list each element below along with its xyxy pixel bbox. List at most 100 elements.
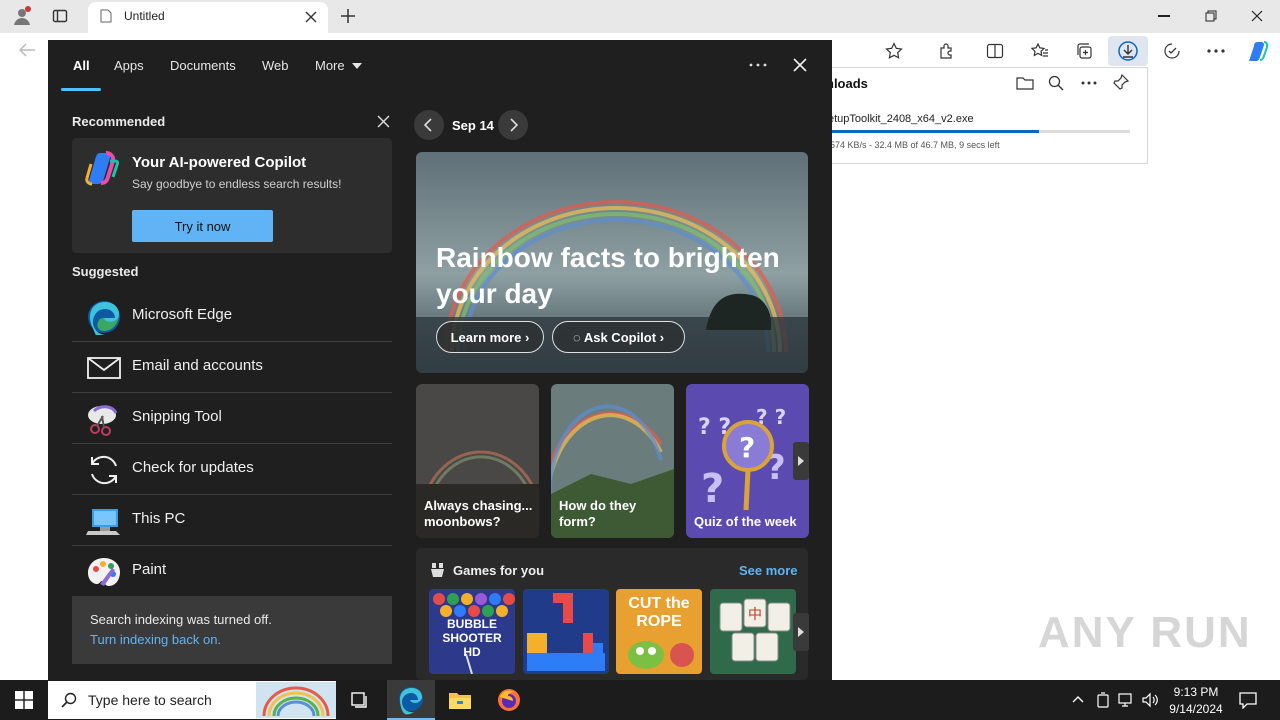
suggested-item-paint[interactable]: Paint [72,546,392,597]
suggested-label: This PC [132,510,186,527]
tab-more[interactable]: More [315,58,345,73]
extensions-icon[interactable] [938,42,956,60]
close-tab-icon[interactable] [304,10,318,24]
tab-actions-icon[interactable] [52,8,68,24]
snipping-tool-icon [86,401,122,437]
windows-start-icon[interactable] [15,691,33,709]
network-icon[interactable] [1118,692,1134,708]
split-screen-icon[interactable] [986,42,1004,60]
favorites-icon[interactable] [1031,42,1049,60]
minimize-icon[interactable] [1158,15,1170,17]
tab-title: Untitled [124,9,165,23]
downloads-button[interactable] [1108,36,1148,66]
svg-text:?: ? [701,466,724,512]
tab-all[interactable]: All [73,58,90,73]
ask-copilot-button[interactable]: ◌ Ask Copilot › [552,321,685,353]
file-explorer-icon[interactable] [448,690,472,710]
previous-date-button[interactable] [414,110,444,140]
suggested-item-snipping-tool[interactable]: Snipping Tool [72,393,392,444]
suggested-item-this-pc[interactable]: This PC [72,495,392,546]
card-quiz-of-the-week[interactable]: ? ? ? ? ? ? ? Quiz of the week [686,384,809,538]
page-icon [100,9,112,23]
profile-icon[interactable] [12,6,32,26]
learn-more-label: Learn more [450,329,522,345]
favorite-star-icon[interactable] [885,42,903,60]
computer-icon [86,503,122,539]
downloads-more-icon[interactable] [1081,81,1097,85]
update-status-icon[interactable] [1096,692,1110,708]
games-heading: Games for you [453,563,545,578]
close-window-icon[interactable] [1251,10,1263,22]
paint-icon [86,554,122,590]
back-icon[interactable] [18,42,36,58]
collections-icon[interactable] [1075,42,1093,60]
suggested-label: Email and accounts [132,357,263,374]
games-scroll-right[interactable] [793,613,809,651]
taskbar-clock[interactable]: 9:13 PM 9/14/2024 [1152,684,1240,718]
dismiss-recommended-icon[interactable] [377,115,390,128]
suggested-item-check-for-updates[interactable]: Check for updates [72,444,392,495]
copilot-subtitle: Say goodbye to endless search results! [132,177,342,191]
ask-copilot-label: Ask Copilot [583,329,657,345]
suggested-item-email-accounts[interactable]: Email and accounts [72,342,392,393]
chat-bubble-icon: ◌ [572,329,581,345]
new-tab-icon[interactable] [340,8,356,24]
card-how-they-form[interactable]: How do they form? [551,384,674,538]
download-icon [1118,41,1138,61]
search-placeholder[interactable]: Type here to search [88,692,212,708]
notifications-icon[interactable] [1239,691,1257,709]
download-filename[interactable]: etupToolkit_2408_x64_v2.exe [828,113,974,125]
cards-scroll-right[interactable] [793,442,809,480]
game-bubble-shooter[interactable]: BUBBLE SHOOTER HD [429,589,515,674]
downloads-title: nloads [826,76,868,91]
active-tab-indicator [61,88,101,91]
more-options-icon[interactable] [1207,49,1225,53]
next-date-button[interactable] [498,110,528,140]
game-blocks[interactable] [523,589,609,674]
svg-text:中: 中 [748,607,762,623]
task-view-icon[interactable] [350,690,370,710]
taskbar-edge-button[interactable] [387,680,435,720]
edge-icon [86,299,122,335]
tab-apps[interactable]: Apps [114,58,144,73]
game-cut-the-rope[interactable]: CUT the ROPE [616,589,702,674]
mail-icon [86,350,122,386]
hero-title: Rainbow facts to brighten your day [436,242,780,309]
suggested-label: Paint [132,561,167,578]
pin-icon[interactable] [1113,74,1129,90]
card-label: Always chasing... moonbows? [424,498,533,529]
suggested-label: Check for updates [132,459,254,476]
try-it-now-button[interactable]: Try it now [132,210,273,242]
clock-time: 9:13 PM [1173,685,1219,699]
performance-icon[interactable] [1163,42,1181,60]
panel-close-icon[interactable] [792,57,808,73]
search-icon [61,692,77,708]
see-more-link[interactable]: See more [739,563,798,578]
restore-icon[interactable] [1205,10,1217,22]
learn-more-button[interactable]: Learn more › [436,321,544,353]
show-hidden-icons[interactable] [1072,694,1084,706]
search-downloads-icon[interactable] [1048,75,1064,91]
more-caret-icon[interactable] [351,62,363,70]
panel-options-icon[interactable] [749,63,767,67]
open-folder-icon[interactable] [1016,75,1034,91]
copilot-icon[interactable] [1246,40,1270,62]
copilot-title: Your AI-powered Copilot [132,154,307,171]
download-progress-fill [828,130,1040,133]
chevron-right-icon [510,118,519,132]
caret-right-icon [798,456,804,466]
suggested-item-microsoft-edge[interactable]: Microsoft Edge [72,291,392,342]
refresh-icon [86,452,122,488]
card-moonbows[interactable]: Always chasing... moonbows? [416,384,539,538]
copilot-logo-icon [84,150,120,186]
tab-documents[interactable]: Documents [170,58,236,73]
games-icon [430,562,445,578]
recommended-heading: Recommended [72,114,166,129]
download-status: 574 KB/s - 32.4 MB of 46.7 MB, 9 secs le… [830,140,1000,150]
game-label: CUT the ROPE [628,595,690,630]
game-label: BUBBLE SHOOTER HD [442,617,502,659]
firefox-icon[interactable] [497,688,521,712]
game-mahjong[interactable]: 中 [710,589,796,674]
turn-indexing-on-link[interactable]: Turn indexing back on. [90,632,221,647]
tab-web[interactable]: Web [262,58,289,73]
